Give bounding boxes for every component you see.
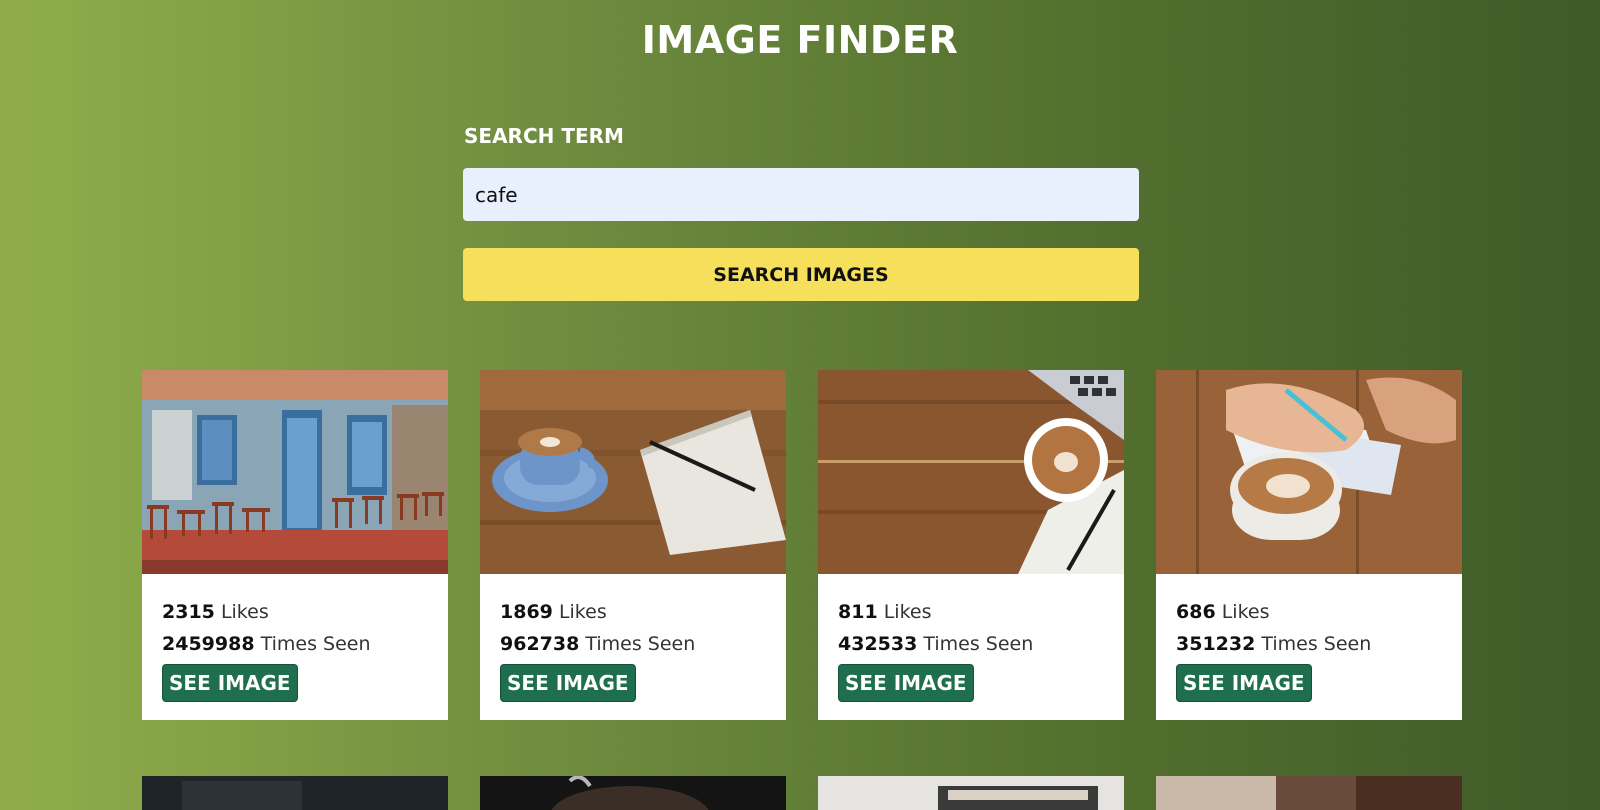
likes-count: 1869 (500, 601, 553, 623)
views-stat: 351232 Times Seen (1176, 628, 1442, 660)
image-card: 1869 Likes 962738 Times Seen SEE IMAGE (480, 370, 786, 720)
search-input[interactable] (463, 168, 1139, 221)
likes-stat: 811 Likes (838, 596, 1104, 628)
image-card: 811 Likes 432533 Times Seen SEE IMAGE (818, 370, 1124, 720)
image-thumbnail[interactable] (1156, 776, 1462, 810)
see-image-button[interactable]: SEE IMAGE (162, 664, 298, 702)
views-count: 432533 (838, 633, 918, 655)
views-stat: 2459988 Times Seen (162, 628, 428, 660)
views-stat: 962738 Times Seen (500, 628, 766, 660)
coffee-cup-notebook-photo (480, 370, 786, 574)
likes-stat: 1869 Likes (500, 596, 766, 628)
views-count: 351232 (1176, 633, 1256, 655)
likes-count: 811 (838, 601, 878, 623)
image-card: 686 Likes 351232 Times Seen SEE IMAGE (1156, 370, 1462, 720)
cafe-storefront-photo (142, 370, 448, 574)
likes-stat: 686 Likes (1176, 596, 1442, 628)
page-title: IMAGE FINDER (641, 18, 959, 62)
views-label: Times Seen (260, 633, 371, 655)
latte-laptop-table-photo (818, 370, 1124, 574)
views-count: 2459988 (162, 633, 255, 655)
see-image-button[interactable]: SEE IMAGE (838, 664, 974, 702)
hand-writing-cappuccino-photo (1156, 370, 1462, 574)
search-images-button[interactable]: SEARCH IMAGES (463, 248, 1139, 301)
likes-label: Likes (558, 601, 607, 623)
image-card: 2315 Likes 2459988 Times Seen SEE IMAGE (142, 370, 448, 720)
views-count: 962738 (500, 633, 580, 655)
image-thumbnail[interactable] (480, 776, 786, 810)
see-image-button[interactable]: SEE IMAGE (1176, 664, 1312, 702)
image-thumbnail[interactable] (142, 776, 448, 810)
likes-count: 2315 (162, 601, 215, 623)
image-thumbnail[interactable] (818, 776, 1124, 810)
views-label: Times Seen (923, 633, 1034, 655)
views-label: Times Seen (1261, 633, 1372, 655)
likes-label: Likes (883, 601, 932, 623)
likes-label: Likes (1221, 601, 1270, 623)
likes-label: Likes (220, 601, 269, 623)
search-term-label: SEARCH TERM (464, 124, 624, 148)
likes-count: 686 (1176, 601, 1216, 623)
views-label: Times Seen (585, 633, 696, 655)
see-image-button[interactable]: SEE IMAGE (500, 664, 636, 702)
views-stat: 432533 Times Seen (838, 628, 1104, 660)
likes-stat: 2315 Likes (162, 596, 428, 628)
